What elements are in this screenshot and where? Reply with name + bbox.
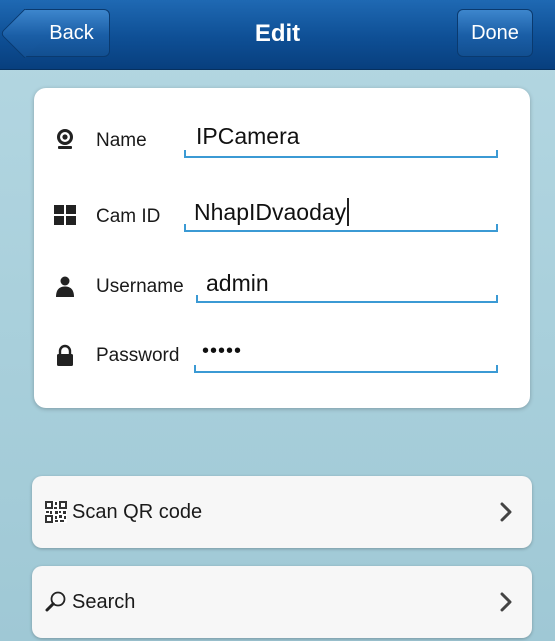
webcam-icon xyxy=(54,128,76,150)
name-value: IPCamera xyxy=(196,123,300,149)
cam-id-row: Cam ID NhapIDvaoday xyxy=(34,186,530,246)
search-label: Search xyxy=(72,590,136,613)
username-label: Username xyxy=(96,276,184,297)
chevron-right-icon xyxy=(500,592,512,612)
password-input[interactable] xyxy=(194,365,498,373)
user-icon xyxy=(54,276,76,298)
cam-id-value-wrap: NhapIDvaoday xyxy=(194,197,350,226)
done-button[interactable]: Done xyxy=(457,9,533,57)
username-value: admin xyxy=(206,270,269,296)
qr-code-icon xyxy=(44,500,68,524)
cam-id-input[interactable] xyxy=(184,224,498,232)
grid-icon xyxy=(54,204,76,226)
name-row: Name IPCamera xyxy=(34,110,530,170)
name-input[interactable] xyxy=(184,150,498,158)
lock-icon xyxy=(54,344,76,366)
magnifier-icon xyxy=(44,590,68,614)
scan-qr-code-button[interactable]: Scan QR code xyxy=(32,476,532,548)
password-label: Password xyxy=(96,345,180,366)
username-row: Username admin xyxy=(34,258,530,318)
navigation-bar: Back Edit Done xyxy=(0,0,555,70)
cam-id-label: Cam ID xyxy=(96,206,161,227)
back-button-label: Back xyxy=(49,21,94,44)
username-input[interactable] xyxy=(196,295,498,303)
camera-form-card: Name IPCamera Cam ID NhapIDvaoday Userna… xyxy=(34,88,530,408)
password-value: ••••• xyxy=(202,340,243,362)
done-button-label: Done xyxy=(471,21,519,44)
password-row: Password ••••• xyxy=(34,326,530,386)
text-cursor xyxy=(347,197,350,226)
cam-id-value: NhapIDvaoday xyxy=(194,199,347,225)
name-label: Name xyxy=(96,130,147,151)
scan-qr-code-label: Scan QR code xyxy=(72,500,203,523)
search-button[interactable]: Search xyxy=(32,566,532,638)
chevron-right-icon xyxy=(500,502,512,522)
